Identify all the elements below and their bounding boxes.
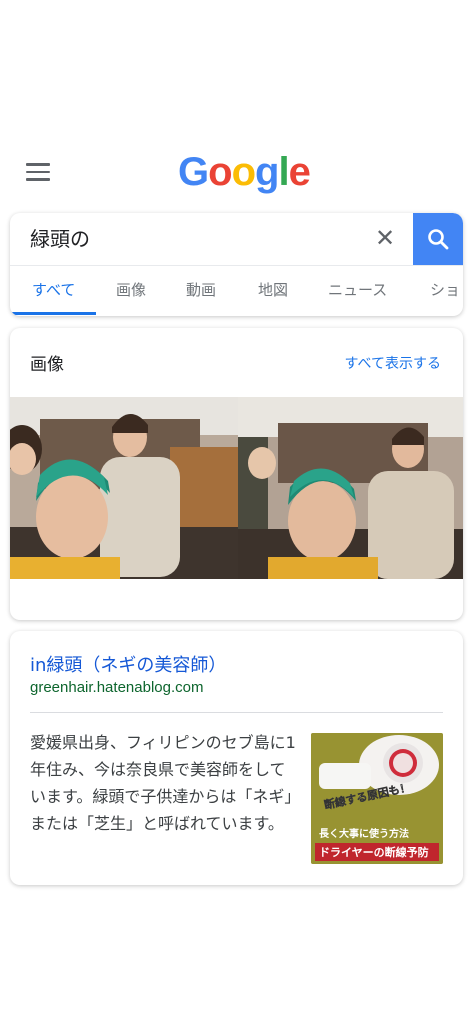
search-input[interactable]: 緑頭の (30, 225, 90, 253)
search-button[interactable] (413, 213, 463, 265)
result-url[interactable]: greenhair.hatenablog.com (30, 679, 203, 696)
result-title-link[interactable]: in緑頭（ネギの美容師） (30, 651, 226, 677)
thumb-caption-bottom: ドライヤーの断線予防 (319, 845, 429, 859)
search-tabs: すべて 画像 動画 地図 ニュース ショ (10, 266, 463, 316)
tab-videos[interactable]: 動画 (186, 266, 216, 316)
active-tab-indicator (10, 312, 96, 315)
tab-all[interactable]: すべて (32, 266, 75, 316)
images-section: 画像 すべて表示する (10, 328, 463, 620)
google-logo[interactable]: Google (178, 150, 311, 195)
image-result-1[interactable] (10, 397, 243, 579)
show-all-images-link[interactable]: すべて表示する (345, 353, 441, 373)
tab-images[interactable]: 画像 (116, 266, 146, 316)
result-thumbnail[interactable]: 断線する原因も！ 長く大事に使う方法 ドライヤーの断線予防 (311, 733, 443, 864)
tab-shopping[interactable]: ショ (430, 266, 460, 316)
images-section-title: 画像 (30, 355, 64, 375)
search-result: in緑頭（ネギの美容師） greenhair.hatenablog.com 愛媛… (10, 631, 463, 885)
search-icon (428, 229, 449, 250)
hamburger-menu-icon[interactable] (26, 163, 50, 181)
divider (30, 712, 443, 713)
tab-news[interactable]: ニュース (328, 266, 387, 316)
top-bar: Google (0, 150, 473, 196)
thumb-caption-mid: 長く大事に使う方法 (319, 827, 409, 840)
result-snippet: 愛媛県出身、フィリピンのセブ島に1年住み、今は奈良県で美容師をしています。緑頭で… (30, 733, 296, 833)
tab-maps[interactable]: 地図 (258, 266, 288, 316)
search-box: 緑頭の ✕ すべて 画像 動画 地図 ニュース ショ (10, 213, 463, 316)
image-result-2[interactable] (238, 397, 463, 579)
close-icon[interactable]: ✕ (372, 225, 398, 251)
